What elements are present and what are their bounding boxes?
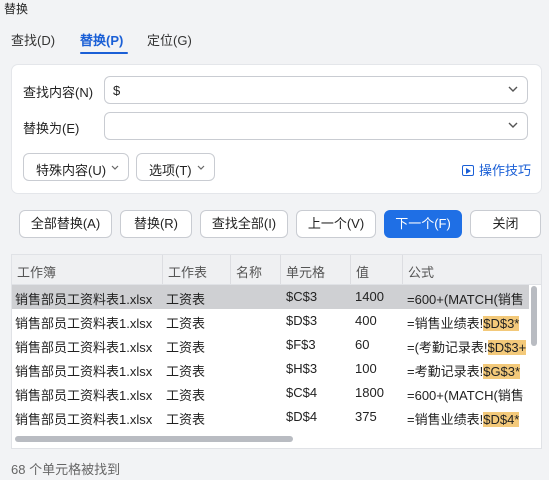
cell-sheet: 工资表 [166,364,206,379]
previous-button[interactable]: 上一个(V) [296,210,376,238]
column-divider[interactable] [230,255,231,284]
formula-match: $G$3* [483,364,521,379]
cell-workbook: 销售部员工资料表1.xlsx [15,412,153,427]
cell-sheet: 工资表 [166,412,206,427]
find-input-value: $ [113,83,121,98]
table-row[interactable]: 销售部员工资料表1.xlsx 工资表 $D$4 375 =销售业绩表!$D$4* [12,405,529,429]
horizontal-scrollbar[interactable] [15,436,293,442]
cell-sheet: 工资表 [166,292,206,307]
column-divider[interactable] [162,255,163,284]
cell-value: 100 [355,361,377,376]
col-value[interactable]: 值 [356,262,369,281]
cell-sheet: 工资表 [166,388,206,403]
find-all-button[interactable]: 查找全部(I) [200,210,288,238]
table-row[interactable]: 销售部员工资料表1.xlsx 工资表 $C$4 1800 =600+(MATCH… [12,381,529,405]
window-title: 替换 [4,2,29,16]
cell-formula: =销售业绩表!$D$3* [407,313,520,332]
tab-bar: 查找(D) 替换(P) 定位(G) [0,30,549,56]
cell-address: $C$3 [286,289,318,304]
chevron-down-icon [197,165,205,170]
col-formula[interactable]: 公式 [408,262,434,281]
column-divider[interactable] [280,255,281,284]
options-label: 选项(T) [149,163,192,178]
results-table: 工作簿 工作表 名称 单元格 值 公式 销售部员工资料表1.xlsx 工资表 $… [11,254,542,449]
search-options-panel: 查找内容(N) $ 替换为(E) 特殊内容(U) 选项(T) 操作技巧 [11,64,542,194]
close-button[interactable]: 关闭 [470,210,541,238]
formula-match: $D$3* [483,316,520,331]
cell-value: 60 [355,337,370,352]
cell-address: $H$3 [286,361,318,376]
find-input[interactable]: $ [104,76,528,104]
formula-match: $D$4* [483,412,520,427]
cell-formula: =600+(MATCH(销售 [407,385,524,404]
col-workbook[interactable]: 工作簿 [17,262,56,281]
formula-text: =考勤记录表! [407,364,484,379]
cell-sheet: 工资表 [166,340,206,355]
table-header: 工作簿 工作表 名称 单元格 值 公式 [12,255,541,285]
cell-workbook: 销售部员工资料表1.xlsx [15,388,153,403]
table-row[interactable]: 销售部员工资料表1.xlsx 工资表 $D$3 400 =销售业绩表!$D$3* [12,309,529,333]
table-row[interactable]: 销售部员工资料表1.xlsx 工资表 $H$3 100 =考勤记录表!$G$3* [12,357,529,381]
replace-label: 替换为(E) [23,121,80,136]
play-icon [461,165,474,176]
chevron-down-icon[interactable] [507,83,519,95]
next-button[interactable]: 下一个(F) [384,210,462,238]
replace-all-button[interactable]: 全部替换(A) [19,210,112,238]
col-name[interactable]: 名称 [236,262,262,281]
chevron-down-icon[interactable] [507,119,519,131]
vertical-scrollbar[interactable] [531,286,537,346]
title-bar: 替换 [0,0,549,18]
cell-sheet: 工资表 [166,316,206,331]
formula-text: =销售业绩表! [407,316,484,331]
cell-value: 1800 [355,385,384,400]
tips-label: 操作技巧 [478,163,531,178]
tab-find[interactable]: 查找(D) [11,30,55,49]
cell-value: 1400 [355,289,384,304]
formula-text: =销售业绩表! [407,412,484,427]
cell-workbook: 销售部员工资料表1.xlsx [15,364,153,379]
cell-workbook: 销售部员工资料表1.xlsx [15,292,153,307]
column-divider[interactable] [402,255,403,284]
cell-workbook: 销售部员工资料表1.xlsx [15,340,153,355]
table-row[interactable]: 销售部员工资料表1.xlsx 工资表 $C$3 1400 =600+(MATCH… [12,285,529,309]
formula-text: =(考勤记录表! [407,340,488,355]
cell-value: 400 [355,313,377,328]
active-tab-indicator [80,52,128,54]
col-sheet[interactable]: 工作表 [168,262,207,281]
cell-value: 375 [355,409,377,424]
cell-formula: =600+(MATCH(销售 [407,289,524,308]
tab-goto[interactable]: 定位(G) [147,30,192,49]
cell-address: $C$4 [286,385,318,400]
table-row[interactable]: 销售部员工资料表1.xlsx 工资表 $F$3 60 =(考勤记录表!$D$3+ [12,333,529,357]
cell-workbook: 销售部员工资料表1.xlsx [15,316,153,331]
formula-match: $D$3+ [487,340,527,355]
tips-link[interactable]: 操作技巧 [461,160,531,179]
cell-formula: =(考勤记录表!$D$3+ [407,337,527,356]
status-text: 68 个单元格被找到 [11,462,121,477]
formula-text: =600+(MATCH(销售 [407,388,524,403]
cell-formula: =销售业绩表!$D$4* [407,409,520,428]
column-divider[interactable] [350,255,351,284]
cell-address: $F$3 [286,337,316,352]
cell-address: $D$4 [286,409,318,424]
find-label: 查找内容(N) [23,85,94,100]
replace-input[interactable] [104,112,528,140]
chevron-down-icon [111,165,119,170]
cell-formula: =考勤记录表!$G$3* [407,361,521,380]
cell-address: $D$3 [286,313,318,328]
formula-text: =600+(MATCH(销售 [407,292,524,307]
tab-replace[interactable]: 替换(P) [80,30,123,49]
options-dropdown[interactable]: 选项(T) [136,153,215,181]
replace-button[interactable]: 替换(R) [120,210,192,238]
special-content-dropdown[interactable]: 特殊内容(U) [23,153,129,181]
col-cell[interactable]: 单元格 [286,262,325,281]
special-content-label: 特殊内容(U) [36,163,107,178]
